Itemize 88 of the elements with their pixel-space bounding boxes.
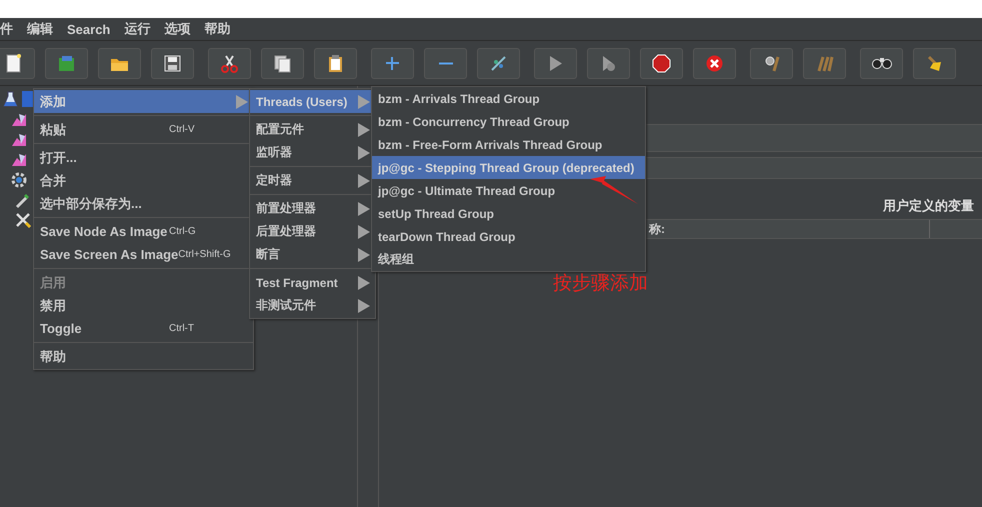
menu-item-label: Test Fragment	[256, 276, 339, 290]
menu-item-label: 启用	[40, 274, 67, 292]
menu-item[interactable]: 禁用	[34, 294, 253, 317]
menu-item-label: bzm - Concurrency Thread Group	[378, 114, 570, 128]
menu-item[interactable]: 帮助	[204, 20, 230, 38]
shortcut-label: Ctrl-T	[169, 323, 195, 334]
menu-item-label: 定时器	[256, 172, 293, 189]
menu-item[interactable]: 帮助	[34, 345, 253, 368]
menu-item-label: bzm - Free-Form Arrivals Thread Group	[378, 138, 604, 152]
menu-item-label: jp@gc - Ultimate Thread Group	[378, 184, 556, 198]
shortcut-label: Ctrl-V	[169, 124, 196, 135]
toolbar-button[interactable]	[693, 48, 736, 78]
menu-item[interactable]: 选项	[164, 20, 190, 38]
menu-item[interactable]: 后置处理器	[250, 220, 375, 243]
menu-item-label: 选中部分保存为...	[40, 194, 143, 212]
menu-item[interactable]: 合并	[34, 169, 253, 192]
toolbar-button[interactable]	[98, 48, 141, 78]
toolbar-button[interactable]	[860, 48, 903, 78]
menu-item[interactable]: jp@gc - Ultimate Thread Group	[372, 179, 645, 202]
menu-item[interactable]: 线程组	[372, 248, 645, 271]
menu-item-label: tearDown Thread Group	[378, 230, 516, 244]
menu-item-label: jp@gc - Stepping Thread Group (deprecated)	[378, 160, 636, 174]
menu-item[interactable]: 编辑	[27, 20, 53, 38]
menu-item-label: 断言	[256, 246, 281, 263]
menu-item-label: Threads (Users)	[256, 94, 348, 108]
menu-item[interactable]: 选中部分保存为...	[34, 192, 253, 215]
menu-item[interactable]: bzm - Concurrency Thread Group	[372, 110, 645, 133]
toolbar-button[interactable]	[208, 48, 251, 78]
menu-item[interactable]: bzm - Arrivals Thread Group	[372, 87, 645, 110]
menu-item[interactable]: 粘贴 Ctrl-V	[34, 118, 253, 141]
gear-icon	[10, 171, 28, 189]
toolbar-button[interactable]	[0, 48, 35, 78]
menu-item-label: 打开...	[40, 148, 78, 166]
annotation-text: 按步骤添加	[553, 272, 648, 296]
menu-item[interactable]: bzm - Free-Form Arrivals Thread Group	[372, 133, 645, 156]
chart-icon	[10, 151, 28, 169]
toolbar-button[interactable]	[314, 48, 357, 78]
menu-item[interactable]: 前置处理器	[250, 197, 375, 220]
shortcut-label: Ctrl+Shift-G	[178, 249, 232, 260]
menu-item[interactable]: Search	[67, 22, 110, 36]
menu-item[interactable]: 断言	[250, 243, 375, 266]
toolbar-button[interactable]	[640, 48, 683, 78]
chart-icon	[10, 131, 28, 149]
menu-item-label: Toggle	[40, 321, 83, 336]
menu-item[interactable]: tearDown Thread Group	[372, 225, 645, 248]
menu-item[interactable]: setUp Thread Group	[372, 202, 645, 225]
menu-item-label: Save Node As Image	[40, 224, 168, 239]
menu-item[interactable]: 打开...	[34, 146, 253, 169]
menu-item-label: 前置处理器	[256, 200, 317, 217]
menu-item[interactable]: Save Node As Image Ctrl-G	[34, 220, 253, 243]
copy-icon	[272, 52, 293, 74]
toolbar-button[interactable]	[261, 48, 304, 78]
menu-item-label: Save Screen As Image	[40, 247, 178, 262]
menu-item-label: setUp Thread Group	[378, 206, 496, 220]
toolbar-button[interactable]	[913, 48, 956, 78]
menu-item-label: 非测试元件	[256, 297, 317, 314]
menu-item-label: bzm - Arrivals Thread Group	[378, 92, 541, 106]
flask-icon	[2, 90, 20, 108]
menu-item-label: 粘贴	[40, 120, 67, 138]
menu-item-label: 添加	[40, 92, 67, 110]
menu-item[interactable]: Toggle Ctrl-T	[34, 317, 253, 340]
close-icon	[704, 52, 725, 74]
menu-item[interactable]: Test Fragment	[250, 271, 375, 294]
menu-item[interactable]: 非测试元件	[250, 294, 375, 317]
menu-item-label: 监听器	[256, 144, 293, 161]
menu-item-label: 合并	[40, 172, 67, 190]
menu-item-label: 帮助	[40, 348, 67, 366]
menu-item[interactable]: 定时器	[250, 169, 375, 192]
annotation-arrow	[590, 176, 638, 204]
shortcut-label: Ctrl-G	[169, 226, 197, 237]
menu-item-label: 配置元件	[256, 121, 305, 138]
menu-item-label: 线程组	[378, 251, 415, 268]
menu-item-label: 后置处理器	[256, 223, 317, 240]
tools-icon	[14, 211, 32, 229]
binoculars-icon	[872, 57, 892, 69]
stop-sign-icon	[651, 52, 672, 74]
chart-icon	[10, 111, 28, 129]
scissors-icon	[219, 52, 240, 74]
menu-item[interactable]: 配置元件	[250, 118, 375, 141]
minus-icon	[438, 62, 452, 64]
section-label: 用户定义的变量	[883, 197, 974, 215]
pipette-icon	[14, 191, 32, 209]
menu-item[interactable]: 监听器	[250, 141, 375, 164]
menu-item[interactable]: 运行	[124, 20, 150, 38]
menu-item[interactable]: jp@gc - Stepping Thread Group (deprecated)	[372, 156, 645, 179]
menu-item-label: 禁用	[40, 296, 67, 314]
toolbar-button[interactable]	[151, 48, 194, 78]
menu-item[interactable]: Save Screen As ImageCtrl+Shift-G	[34, 243, 253, 266]
